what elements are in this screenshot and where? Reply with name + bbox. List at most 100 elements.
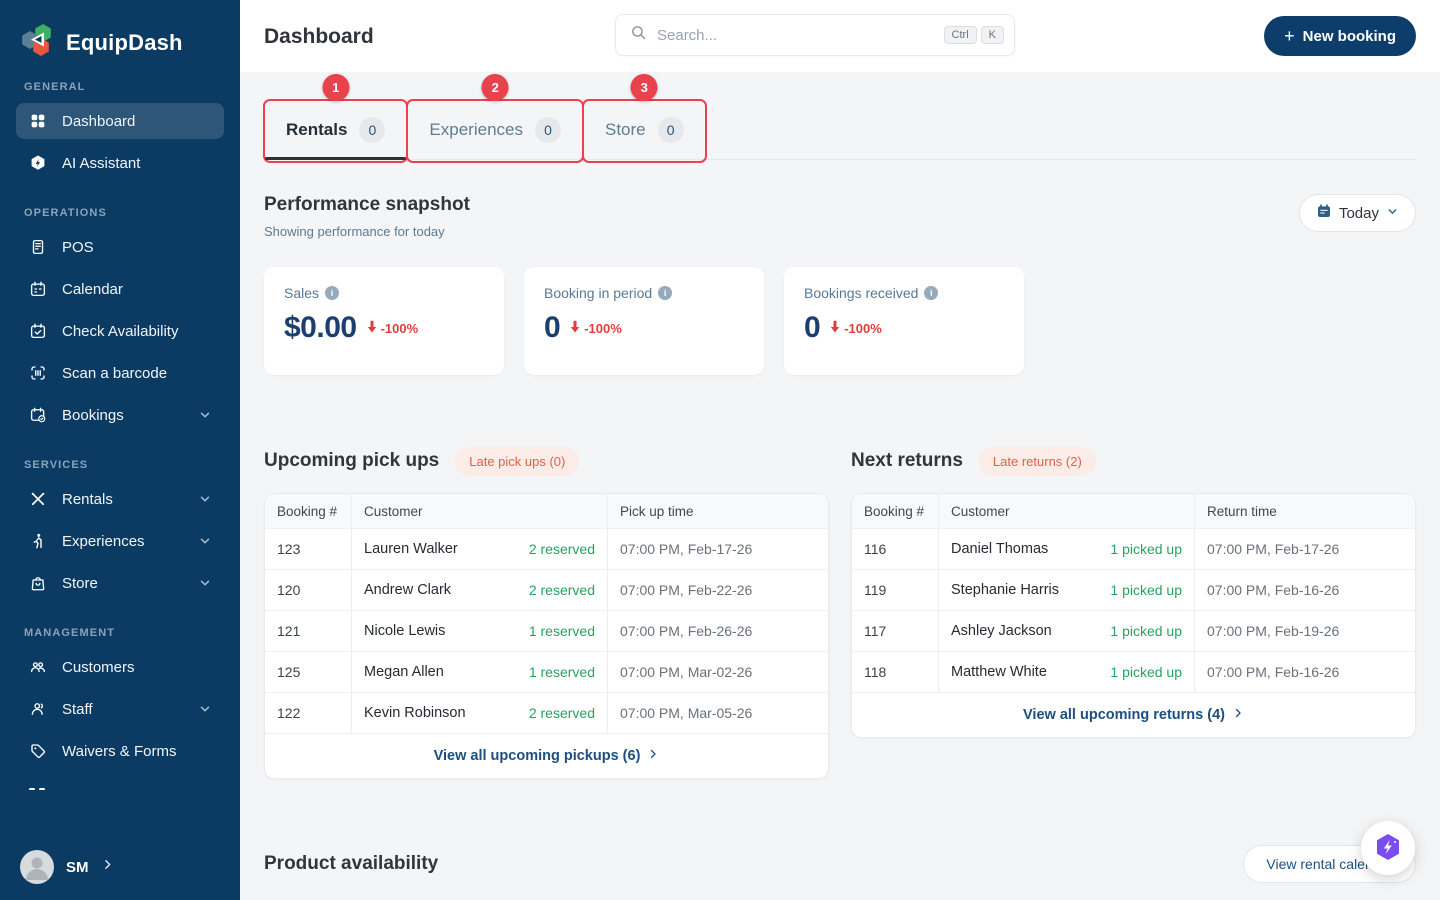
table-row[interactable]: 119 Stephanie Harris 1 picked up 07:00 PM…: [852, 569, 1415, 610]
chevron-down-icon: [198, 408, 212, 422]
sidebar-item-label: Experiences: [62, 532, 145, 550]
ai-bolt-hexagon-icon: [1372, 831, 1404, 866]
period-selector-button[interactable]: Today: [1298, 194, 1416, 232]
kpi-value: $0.00: [284, 311, 357, 344]
user-initials: SM: [66, 858, 89, 876]
sidebar: EquipDash GENERAL Dashboard AI Assistant…: [0, 0, 240, 900]
annotation-mark-1: 1: [322, 74, 350, 101]
sidebar-item-scan-barcode[interactable]: Scan a barcode: [16, 355, 224, 391]
kpi-delta: -100%: [584, 320, 622, 336]
table-row[interactable]: 125 Megan Allen 1 reserved 07:00 PM, Mar-…: [265, 651, 828, 692]
upcoming-pickups-table: Booking # Customer Pick up time 123 Laur…: [264, 493, 829, 779]
kpi-value: 0: [544, 311, 561, 344]
sidebar-nav: GENERAL Dashboard AI Assistant OPERATION…: [0, 81, 240, 790]
sidebar-item-rentals[interactable]: Rentals: [16, 481, 224, 517]
arrow-down-icon: [830, 320, 840, 336]
sidebar-item-experiences[interactable]: Experiences: [16, 523, 224, 559]
sidebar-item-customers[interactable]: Customers: [16, 649, 224, 685]
col-return-time: Return time: [1194, 494, 1415, 528]
col-booking: Booking #: [277, 503, 338, 519]
status-picked-up: 1 picked up: [1110, 582, 1182, 598]
search-bar[interactable]: Ctrl K: [615, 14, 1015, 56]
kpi-value: 0: [804, 311, 821, 344]
col-pickup-time: Pick up time: [607, 494, 828, 528]
sidebar-item-pos[interactable]: POS: [16, 229, 224, 265]
cell-booking: 120: [277, 582, 301, 598]
view-all-pickups-link[interactable]: View all upcoming pickups (6): [265, 733, 828, 778]
cell-customer: Nicole Lewis: [364, 623, 446, 639]
late-pickups-badge[interactable]: Late pick ups (0): [455, 446, 580, 476]
cell-customer: Stephanie Harris: [951, 582, 1059, 598]
tab-store[interactable]: 3 Store 0: [581, 74, 707, 163]
info-icon[interactable]: i: [658, 286, 673, 300]
performance-header: Performance snapshot Showing performance…: [264, 194, 1416, 239]
view-all-returns-link[interactable]: View all upcoming returns (4): [852, 692, 1415, 737]
sidebar-item-waivers-forms[interactable]: Waivers & Forms: [16, 733, 224, 769]
kpi-label: Booking in period: [544, 285, 653, 301]
ai-assistant-fab[interactable]: [1361, 821, 1415, 875]
cell-booking: 125: [277, 664, 301, 680]
table-row[interactable]: 117 Ashley Jackson 1 picked up 07:00 PM, …: [852, 610, 1415, 651]
sidebar-item-store[interactable]: Store: [16, 565, 224, 601]
section-label-operations: OPERATIONS: [24, 207, 107, 219]
late-returns-badge[interactable]: Late returns (2): [978, 446, 1096, 476]
sidebar-item-ai-assistant[interactable]: AI Assistant: [16, 145, 224, 181]
tag-icon: [28, 741, 48, 761]
sidebar-item-bookings[interactable]: Bookings: [16, 397, 224, 433]
dashboard-content: 1 Rentals 0 2 Experiences 0 3 Store 0 Pe…: [240, 72, 1440, 900]
chevron-down-icon: [198, 534, 212, 548]
search-input[interactable]: [657, 26, 940, 44]
chevron-down-icon: [198, 576, 212, 590]
chevron-right-icon: [101, 858, 114, 876]
calendar-icon: [1316, 203, 1332, 223]
cell-customer: Daniel Thomas: [951, 541, 1049, 557]
performance-title: Performance snapshot: [264, 194, 470, 215]
status-reserved: 2 reserved: [528, 705, 595, 721]
kpi-card-booking-in-period: Booking in period i 0 -100%: [524, 267, 764, 375]
new-booking-label: New booking: [1302, 27, 1396, 45]
tab-rentals[interactable]: 1 Rentals 0: [262, 74, 409, 163]
table-row[interactable]: 120 Andrew Clark 2 reserved 07:00 PM, Feb…: [265, 569, 828, 610]
table-row[interactable]: 123 Lauren Walker 2 reserved 07:00 PM, Fe…: [265, 528, 828, 569]
table-row[interactable]: 121 Nicole Lewis 1 reserved 07:00 PM, Feb…: [265, 610, 828, 651]
status-picked-up: 1 picked up: [1110, 664, 1182, 680]
clipped-nav-item: [16, 781, 224, 790]
new-booking-button[interactable]: + New booking: [1264, 16, 1416, 56]
cell-booking: 121: [277, 623, 301, 639]
brand[interactable]: EquipDash: [0, 0, 240, 63]
user-menu[interactable]: SM: [20, 850, 114, 884]
sidebar-item-dashboard[interactable]: Dashboard: [16, 103, 224, 139]
sidebar-item-check-availability[interactable]: Check Availability: [16, 313, 224, 349]
tab-count-badge: 0: [657, 116, 684, 143]
product-type-tabs: 1 Rentals 0 2 Experiences 0 3 Store 0: [262, 74, 1416, 163]
shopping-bag-icon: [28, 573, 48, 593]
availability-title: Product availability: [264, 853, 439, 874]
sidebar-item-calendar[interactable]: Calendar: [16, 271, 224, 307]
table-row[interactable]: 118 Matthew White 1 picked up 07:00 PM, F…: [852, 651, 1415, 692]
cell-customer: Matthew White: [951, 664, 1047, 680]
kpi-card-bookings-received: Bookings received i 0 -100%: [784, 267, 1024, 375]
period-label: Today: [1338, 204, 1379, 222]
info-icon[interactable]: i: [325, 286, 340, 300]
bookings-calendar-icon: [28, 405, 48, 425]
tab-experiences[interactable]: 2 Experiences 0: [406, 74, 584, 163]
info-icon[interactable]: i: [924, 286, 939, 300]
crossed-gear-icon: [28, 489, 48, 509]
sidebar-item-label: Waivers & Forms: [62, 742, 177, 760]
cell-time: 07:00 PM, Feb-17-26: [607, 529, 828, 569]
sidebar-item-label: Scan a barcode: [62, 364, 168, 382]
table-header: Booking # Customer Pick up time: [265, 494, 828, 528]
section-label-management: MANAGEMENT: [24, 627, 116, 639]
table-row[interactable]: 122 Kevin Robinson 2 reserved 07:00 PM, M…: [265, 692, 828, 733]
upcoming-pickups-section: Upcoming pick ups Late pick ups (0) Book…: [264, 445, 829, 779]
annotation-mark-3: 3: [630, 74, 658, 101]
kbd-ctrl: Ctrl: [943, 26, 977, 44]
sidebar-item-staff[interactable]: Staff: [16, 691, 224, 727]
cell-time: 07:00 PM, Feb-22-26: [607, 570, 828, 610]
table-row[interactable]: 116 Daniel Thomas 1 picked up 07:00 PM, F…: [852, 528, 1415, 569]
chevron-down-icon: [1386, 205, 1399, 222]
cell-time: 07:00 PM, Feb-19-26: [1194, 611, 1415, 651]
status-reserved: 2 reserved: [528, 541, 595, 557]
sidebar-item-label: Customers: [62, 658, 135, 676]
cell-time: 07:00 PM, Mar-05-26: [607, 693, 828, 733]
